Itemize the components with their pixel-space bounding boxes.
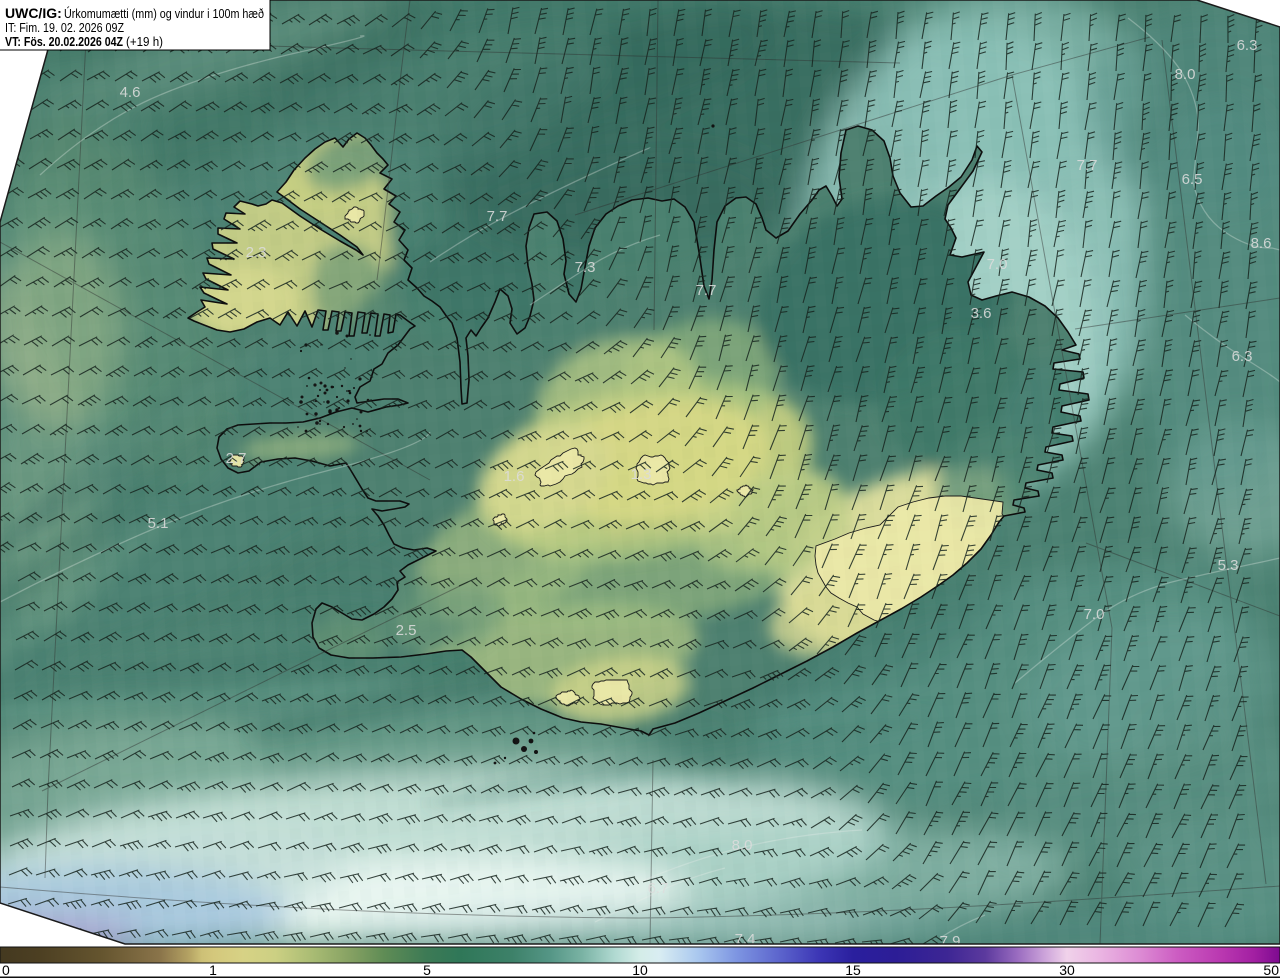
svg-text:1.3: 1.3 [631, 466, 652, 483]
svg-text:(+19 h): (+19 h) [126, 35, 163, 49]
svg-text:5: 5 [423, 962, 431, 978]
svg-text:7.3: 7.3 [575, 259, 596, 276]
svg-text:2.5: 2.5 [396, 622, 417, 639]
svg-text:7.7: 7.7 [696, 282, 717, 299]
svg-text:0: 0 [2, 962, 10, 978]
svg-text:5.1: 5.1 [148, 515, 169, 532]
svg-text:1.6: 1.6 [504, 468, 525, 485]
svg-text:1: 1 [209, 962, 217, 978]
svg-text:6.7: 6.7 [648, 880, 669, 897]
svg-text:7.7: 7.7 [1077, 157, 1098, 174]
svg-text:8.0: 8.0 [732, 837, 753, 854]
svg-text:2.7: 2.7 [226, 450, 247, 467]
svg-text:6.5: 6.5 [1182, 171, 1203, 188]
svg-text:2.3: 2.3 [246, 244, 267, 261]
svg-text:50: 50 [1263, 962, 1279, 978]
svg-text:5.3: 5.3 [1218, 557, 1239, 574]
svg-text:8.6: 8.6 [1251, 235, 1272, 252]
svg-text:3.6: 3.6 [971, 305, 992, 322]
svg-text:15: 15 [845, 962, 861, 978]
svg-text:10: 10 [632, 962, 648, 978]
svg-text:30: 30 [1059, 962, 1075, 978]
svg-text:6.3: 6.3 [1237, 37, 1258, 54]
svg-text:7.7: 7.7 [487, 208, 508, 225]
svg-text:4.6: 4.6 [120, 84, 141, 101]
svg-text:IT: Fim. 19. 02. 2026 09Z: IT: Fim. 19. 02. 2026 09Z [5, 21, 124, 35]
svg-text:Úrkomumætti (mm) og vindur i 1: Úrkomumætti (mm) og vindur i 100m hæð [64, 6, 264, 21]
svg-text:UWC/IG:: UWC/IG: [5, 5, 62, 21]
svg-text:VT: Fös. 20.02.2026 04Z: VT: Fös. 20.02.2026 04Z [5, 35, 123, 49]
svg-text:6.3: 6.3 [1232, 348, 1253, 365]
svg-text:8.0: 8.0 [1175, 66, 1196, 83]
svg-text:7.0: 7.0 [1084, 606, 1105, 623]
svg-text:7.0: 7.0 [987, 256, 1008, 273]
